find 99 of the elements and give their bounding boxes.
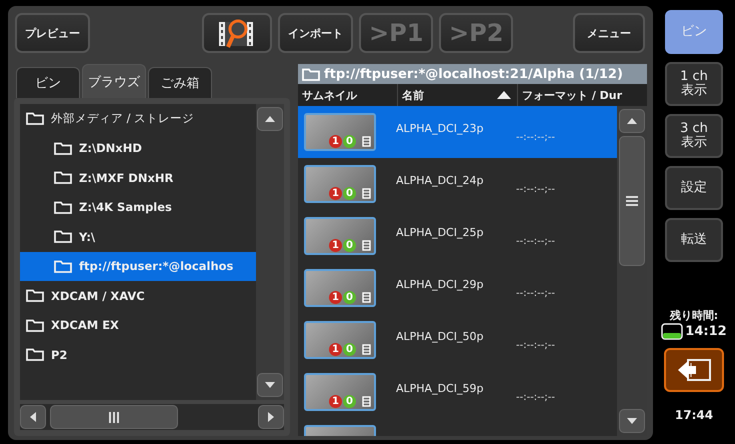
channel-badge: 1 xyxy=(329,135,342,148)
side-button[interactable]: 設定 xyxy=(665,166,723,210)
tree-item[interactable]: Y:\ xyxy=(20,222,256,252)
side-button[interactable]: 転送 xyxy=(665,218,723,262)
channel-badge: 1 xyxy=(329,239,342,252)
column-label: フォーマット / Dur xyxy=(522,88,622,102)
storage-gauge-icon xyxy=(661,323,684,340)
channel-badge: 1 xyxy=(329,395,342,408)
folder-icon xyxy=(302,68,320,80)
scrollbar[interactable] xyxy=(256,104,284,400)
tab[interactable]: ごみ箱 xyxy=(148,67,212,98)
scroll-down-button[interactable] xyxy=(257,373,283,397)
tree-item[interactable]: Z:\MXF DNxHR xyxy=(20,163,256,192)
tree-label: P2 xyxy=(51,348,68,362)
channel-badge: 0 xyxy=(343,239,356,252)
tree-label: Y:\ xyxy=(79,230,96,244)
tree-label: Z:\MXF DNxHR xyxy=(79,170,174,185)
column-label: 名前 xyxy=(402,88,424,102)
tree-label: Z:\4K Samples xyxy=(79,200,172,214)
clip-row[interactable]: 1 0 ALPHA_DCI_24p --:--:--;-- xyxy=(298,158,617,210)
clip-name: ALPHA_DCI_50p xyxy=(396,330,484,343)
clip-row[interactable]: 1 0 ALPHA_DCI_59p --:--:--;-- xyxy=(298,366,617,418)
toolbar-button[interactable]: インポート xyxy=(278,13,353,53)
tree-item[interactable]: XDCAM EX xyxy=(20,310,256,340)
arrow-down-icon xyxy=(264,380,276,390)
exit-button[interactable] xyxy=(664,348,724,392)
channel-badge: 0 xyxy=(343,343,356,356)
tree-label: XDCAM / XAVC xyxy=(51,288,145,303)
folder-icon xyxy=(26,112,44,126)
folder-icon xyxy=(54,230,72,244)
channel-badge: 0 xyxy=(343,291,356,304)
toolbar-button[interactable]: プレビュー xyxy=(15,13,90,53)
side-button[interactable]: 3 ch 表示 xyxy=(665,114,723,158)
tree-item[interactable]: 外部メディア / ストレージ xyxy=(20,104,256,134)
clip-name: ALPHA_DCI_25p xyxy=(396,226,484,239)
folder-icon xyxy=(54,171,72,184)
column-label: サムネイル xyxy=(302,88,357,102)
arrow-left-icon xyxy=(28,411,38,423)
clip-row[interactable]: 1 0 ALPHA_DCI_29p --:--:--;-- xyxy=(298,262,617,314)
scrollbar[interactable] xyxy=(617,106,647,436)
channel-badge: 1 xyxy=(329,187,342,200)
tree-item[interactable]: Z:\DNxHD xyxy=(20,134,256,163)
scroll-thumb[interactable] xyxy=(50,405,178,429)
tree-label: 外部メディア / ストレージ xyxy=(51,111,194,126)
channel-badge: 0 xyxy=(343,187,356,200)
tree-item[interactable]: Z:\4K Samples xyxy=(20,192,256,222)
remaining-time: 14:12 xyxy=(685,324,727,339)
channel-badge: 1 xyxy=(329,291,342,304)
tree-item[interactable]: ftp://ftpuser:*@localhos xyxy=(20,252,256,281)
arrow-down-icon xyxy=(626,416,638,426)
browse-button[interactable] xyxy=(202,13,272,53)
scrollbar[interactable] xyxy=(20,404,284,430)
clip-row[interactable]: 1 0 ALPHA_DCI_23p --:--:--;-- xyxy=(298,106,617,158)
tab[interactable]: ビン xyxy=(16,67,80,98)
tree-item[interactable]: P2 xyxy=(20,340,256,370)
channel-badge: 1 xyxy=(329,343,342,356)
tree-label: XDCAM EX xyxy=(51,318,119,332)
remaining-time-label: 残り時間: xyxy=(670,308,718,323)
scroll-thumb[interactable] xyxy=(619,136,645,266)
tree-item[interactable]: XDCAM / XAVC xyxy=(20,281,256,310)
channel-badge: 0 xyxy=(343,135,356,148)
exit-arrow-icon xyxy=(676,357,712,383)
grip-icon xyxy=(626,196,638,206)
clip-name: ALPHA_DCI_24p xyxy=(396,174,484,187)
tree-label: ftp://ftpuser:*@localhos xyxy=(79,259,234,274)
clip-duration: --:--:--;-- xyxy=(516,288,555,298)
scroll-up-button[interactable] xyxy=(257,107,283,131)
tree-label: Z:\DNxHD xyxy=(79,141,142,156)
folder-icon xyxy=(54,200,72,214)
column-header[interactable]: フォーマット / Dur xyxy=(518,84,647,106)
clip-name: ALPHA_DCI_59p xyxy=(396,382,484,395)
clip-name: ALPHA_DCI_29p xyxy=(396,278,484,291)
scroll-down-button[interactable] xyxy=(619,409,645,433)
scroll-right-button[interactable] xyxy=(258,405,284,429)
clip-duration: --:--:--;-- xyxy=(516,392,555,402)
folder-icon xyxy=(26,348,44,362)
clip-duration: --:--:--;-- xyxy=(516,340,555,350)
clip-duration: --:--:--;-- xyxy=(516,236,555,246)
folder-icon xyxy=(54,260,72,273)
clip-row[interactable]: 1 0 ALPHA_DCI_25p --:--:--;-- xyxy=(298,210,617,262)
side-button[interactable]: 1 ch 表示 xyxy=(665,62,723,106)
clip-row[interactable]: 1 0 ALPHA_DCI_50p --:--:--;-- xyxy=(298,314,617,366)
channel-badge: 0 xyxy=(343,395,356,408)
clock: 17:44 xyxy=(674,408,714,422)
arrow-up-icon xyxy=(626,116,638,126)
folder-icon xyxy=(54,142,72,155)
toolbar-button[interactable]: メニュー xyxy=(573,13,645,53)
arrow-up-icon xyxy=(264,114,276,124)
arrow-right-icon xyxy=(266,411,276,423)
clip-duration: --:--:--;-- xyxy=(516,132,555,142)
grip-icon xyxy=(109,412,119,422)
scroll-left-button[interactable] xyxy=(20,405,46,429)
clip-duration: --:--:--;-- xyxy=(516,184,555,194)
clip-name: ALPHA_DCI_23p xyxy=(396,122,484,135)
folder-icon xyxy=(26,289,44,302)
folder-icon xyxy=(26,318,44,332)
scroll-up-button[interactable] xyxy=(619,109,645,133)
path-label: ftp://ftpuser:*@localhost:21/Alpha (1/12) xyxy=(324,66,623,82)
tab[interactable]: ブラウズ xyxy=(82,64,146,98)
